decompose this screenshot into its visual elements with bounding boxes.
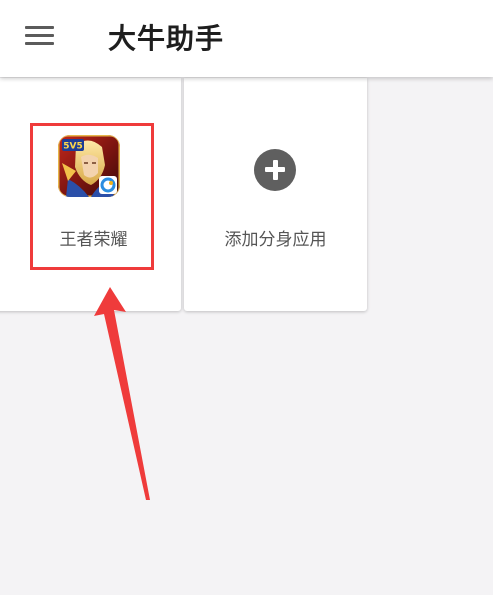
- hamburger-menu-icon[interactable]: [18, 18, 62, 54]
- plus-circle-icon[interactable]: [254, 149, 296, 191]
- highlight-annotation-box: [30, 123, 154, 270]
- menu-line: [25, 34, 54, 37]
- add-clone-app-label: 添加分身应用: [224, 230, 327, 250]
- menu-line: [25, 26, 54, 29]
- menu-line: [25, 42, 54, 45]
- top-app-bar: 大牛助手: [0, 0, 493, 77]
- app-title: 大牛助手: [108, 22, 225, 55]
- add-clone-app-card[interactable]: 添加分身应用: [184, 78, 367, 311]
